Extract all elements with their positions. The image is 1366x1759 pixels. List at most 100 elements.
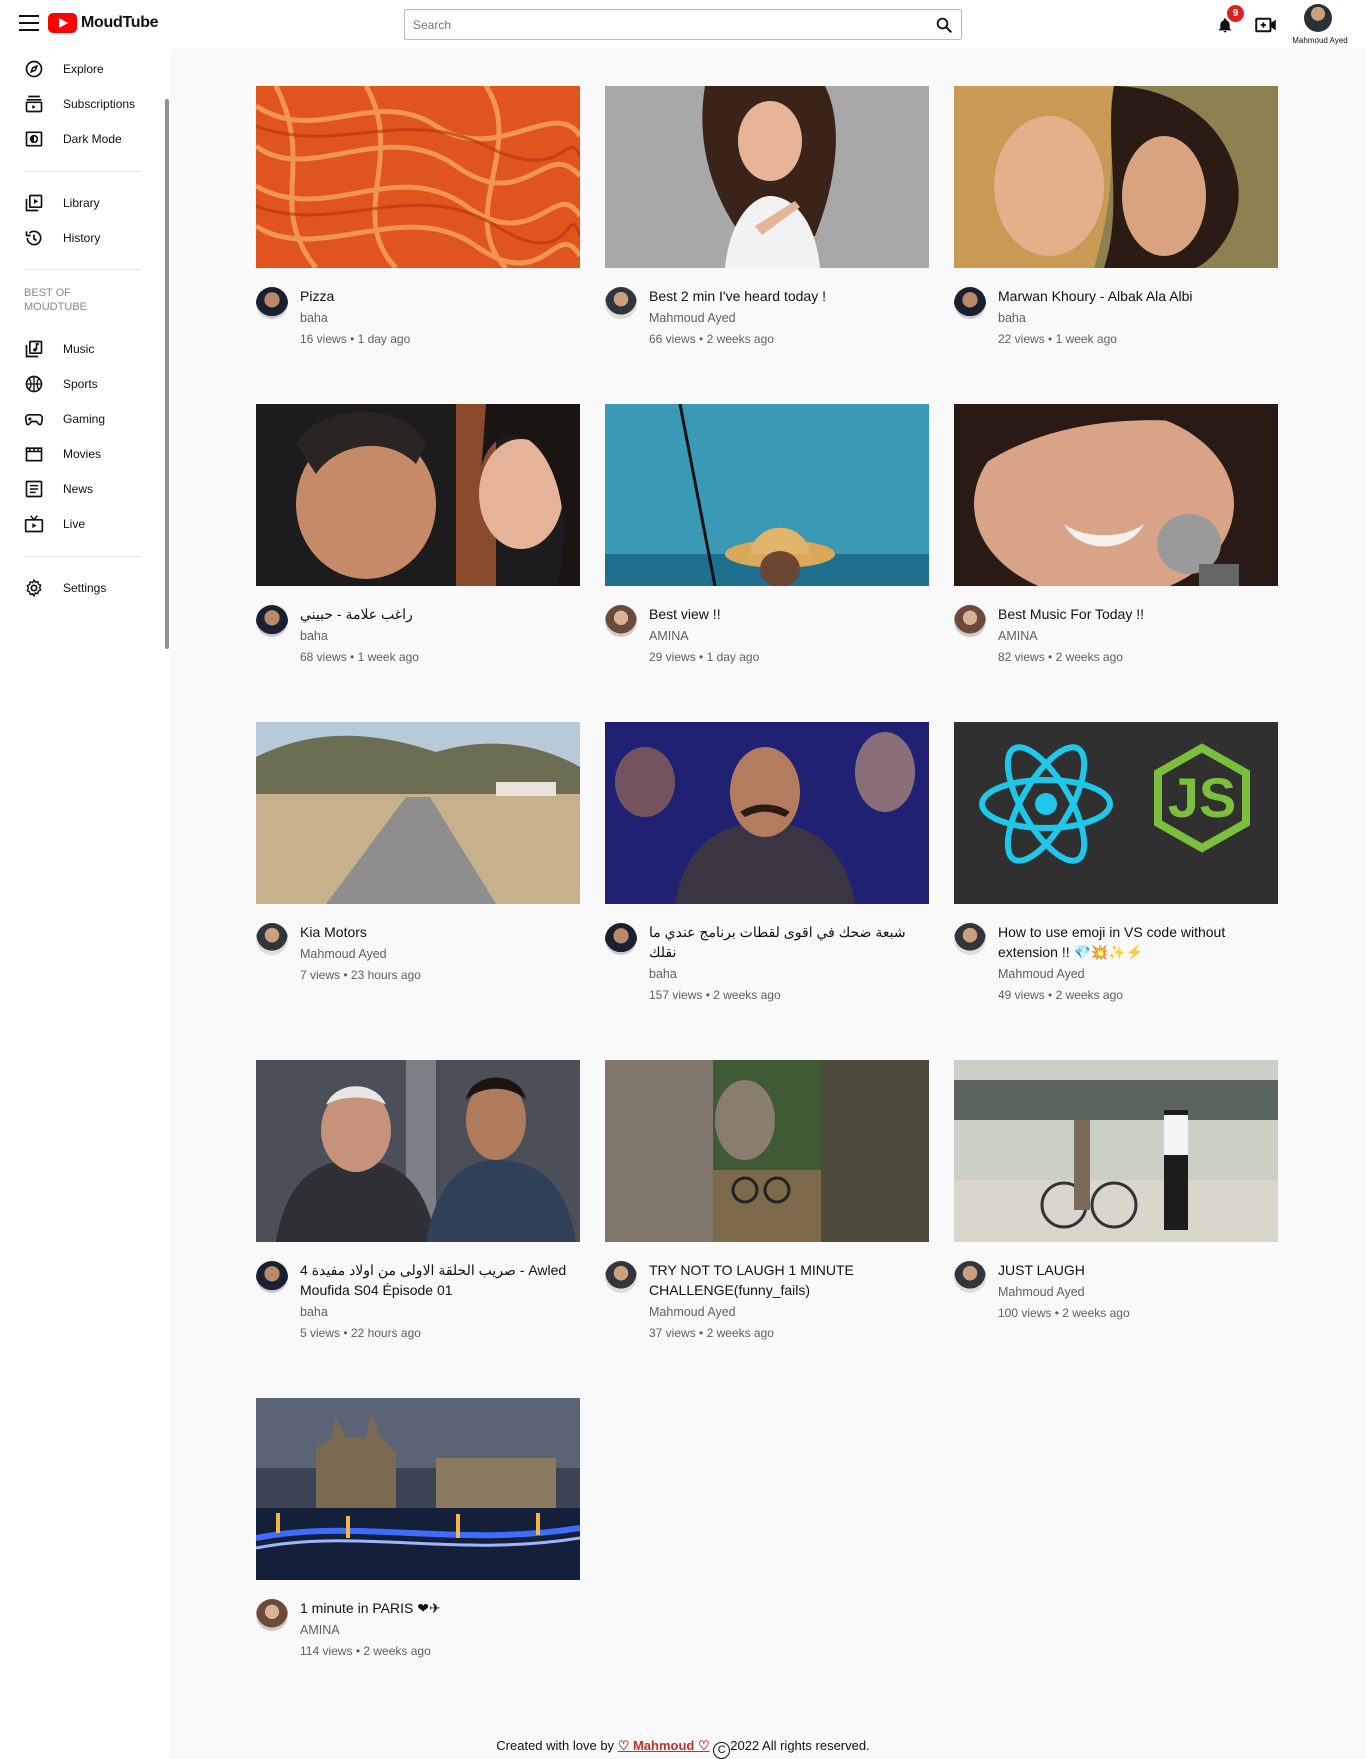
history-icon xyxy=(25,230,42,246)
upload-age: 2 weeks ago xyxy=(1055,988,1123,1002)
video-thumbnail[interactable] xyxy=(605,404,929,586)
video-thumbnail[interactable]: JS xyxy=(954,722,1278,904)
channel-name[interactable]: baha xyxy=(300,629,580,643)
channel-name[interactable]: baha xyxy=(300,311,580,325)
sidebar-item-news[interactable]: News xyxy=(24,479,154,499)
video-thumbnail[interactable] xyxy=(605,86,929,268)
sidebar-item-gaming[interactable]: Gaming xyxy=(24,409,154,429)
channel-name[interactable]: Mahmoud Ayed xyxy=(300,947,580,961)
sidebar-item-label: Library xyxy=(63,196,100,210)
stats-separator: • xyxy=(340,1326,351,1340)
video-title[interactable]: Best Music For Today !! xyxy=(998,604,1273,624)
video-title[interactable]: JUST LAUGH xyxy=(998,1260,1273,1280)
video-thumbnail[interactable] xyxy=(605,722,929,904)
video-thumbnail[interactable] xyxy=(256,1060,580,1242)
channel-avatar[interactable] xyxy=(256,1599,288,1631)
stats-separator: • xyxy=(1044,988,1056,1002)
video-thumbnail[interactable] xyxy=(954,404,1278,586)
sidebar-item-subscriptions[interactable]: Subscriptions xyxy=(24,94,154,114)
video-stats: 16 views • 1 day ago xyxy=(300,332,580,346)
channel-avatar[interactable] xyxy=(256,923,288,955)
video-title[interactable]: 1 minute in PARIS ❤✈ xyxy=(300,1598,575,1618)
footer: Created with love by ♡ Mahmoud ♡ C 2022 A… xyxy=(0,1738,1366,1759)
video-title[interactable]: Best 2 min I've heard today ! xyxy=(649,286,924,306)
channel-name[interactable]: Mahmoud Ayed xyxy=(998,1285,1278,1299)
video-card: شبعة ضحك في اقوى لقطات برنامج عندي ما نق… xyxy=(605,722,929,1060)
channel-name[interactable]: Mahmoud Ayed xyxy=(998,967,1278,981)
video-title[interactable]: Best view !! xyxy=(649,604,924,624)
youtube-logo-icon xyxy=(48,13,77,33)
channel-avatar[interactable] xyxy=(605,605,637,637)
video-title[interactable]: How to use emoji in VS code without exte… xyxy=(998,922,1273,962)
channel-avatar[interactable] xyxy=(256,287,288,319)
channel-avatar[interactable] xyxy=(256,1261,288,1293)
video-thumbnail[interactable] xyxy=(954,86,1278,268)
sidebar-scrollbar[interactable] xyxy=(165,99,169,649)
video-title[interactable]: Marwan Khoury - Albak Ala Albi xyxy=(998,286,1273,306)
user-avatar[interactable] xyxy=(1304,4,1332,32)
video-title[interactable]: Kia Motors xyxy=(300,922,575,942)
sidebar-item-movies[interactable]: Movies xyxy=(24,444,154,464)
sidebar-item-label: Sports xyxy=(63,377,98,391)
channel-avatar[interactable] xyxy=(256,605,288,637)
sidebar-item-dark-mode[interactable]: Dark Mode xyxy=(24,129,154,149)
create-video-icon[interactable] xyxy=(1255,17,1277,33)
stats-separator: • xyxy=(695,1326,707,1340)
video-thumbnail[interactable] xyxy=(256,722,580,904)
gaming-icon xyxy=(24,414,44,426)
video-thumbnail[interactable] xyxy=(256,86,580,268)
app-logo[interactable]: MoudTube xyxy=(48,13,159,33)
search-input[interactable] xyxy=(405,10,921,39)
channel-name[interactable]: baha xyxy=(649,967,929,981)
video-title[interactable]: راغب علامة - حبيني xyxy=(300,604,575,624)
video-card: Best Music For Today !! AMINA 82 views •… xyxy=(954,404,1278,722)
video-thumbnail[interactable] xyxy=(605,1060,929,1242)
video-title[interactable]: شبعة ضحك في اقوى لقطات برنامج عندي ما نق… xyxy=(649,922,924,962)
menu-icon[interactable] xyxy=(19,15,39,32)
video-card: Pizza baha 16 views • 1 day ago xyxy=(256,86,580,404)
sidebar-item-settings[interactable]: Settings xyxy=(24,578,154,598)
sidebar-item-explore[interactable]: Explore xyxy=(24,59,154,79)
gear-icon xyxy=(26,578,42,598)
compass-icon xyxy=(25,60,43,78)
sidebar-item-music[interactable]: Music xyxy=(24,339,154,359)
sidebar-item-live[interactable]: Live xyxy=(24,514,154,534)
stats-separator: • xyxy=(695,650,707,664)
channel-avatar[interactable] xyxy=(954,1261,986,1293)
video-title[interactable]: Pizza xyxy=(300,286,575,306)
svg-text:JS: JS xyxy=(1168,766,1237,829)
channel-name[interactable]: AMINA xyxy=(300,1623,580,1637)
channel-name[interactable]: AMINA xyxy=(998,629,1278,643)
video-stats: 7 views • 23 hours ago xyxy=(300,968,580,982)
sidebar: Explore Subscriptions Dark Mode Library … xyxy=(0,49,170,1759)
sidebar-item-label: Explore xyxy=(63,62,104,76)
video-meta: Marwan Khoury - Albak Ala Albi baha 22 v… xyxy=(954,286,1278,346)
author-link[interactable]: ♡ Mahmoud ♡ xyxy=(618,1738,710,1753)
stats-separator: • xyxy=(346,332,358,346)
video-meta: Best 2 min I've heard today ! Mahmoud Ay… xyxy=(605,286,929,346)
channel-avatar[interactable] xyxy=(605,287,637,319)
sidebar-item-history[interactable]: History xyxy=(24,228,154,248)
channel-avatar[interactable] xyxy=(954,605,986,637)
channel-avatar[interactable] xyxy=(954,287,986,319)
channel-name[interactable]: baha xyxy=(300,1305,580,1319)
channel-avatar[interactable] xyxy=(605,1261,637,1293)
channel-avatar[interactable] xyxy=(954,923,986,955)
upload-age: 2 weeks ago xyxy=(706,1326,774,1340)
sidebar-item-sports[interactable]: Sports xyxy=(24,374,154,394)
video-title[interactable]: TRY NOT TO LAUGH 1 MINUTE CHALLENGE(funn… xyxy=(649,1260,924,1300)
video-title[interactable]: 4 صريب الحلقة الاولى من اولاد مفيدة - Aw… xyxy=(300,1260,575,1300)
channel-name[interactable]: Mahmoud Ayed xyxy=(649,1305,929,1319)
search-icon[interactable] xyxy=(935,16,953,34)
sidebar-item-label: Dark Mode xyxy=(63,132,122,146)
channel-name[interactable]: baha xyxy=(998,311,1278,325)
sidebar-section-heading: BEST OF MOUDTUBE xyxy=(24,287,87,313)
video-thumbnail[interactable] xyxy=(256,404,580,586)
view-count: 114 views xyxy=(300,1644,353,1658)
video-thumbnail[interactable] xyxy=(256,1398,580,1580)
video-thumbnail[interactable] xyxy=(954,1060,1278,1242)
channel-name[interactable]: AMINA xyxy=(649,629,929,643)
sidebar-item-library[interactable]: Library xyxy=(24,193,154,213)
channel-avatar[interactable] xyxy=(605,923,637,955)
channel-name[interactable]: Mahmoud Ayed xyxy=(649,311,929,325)
